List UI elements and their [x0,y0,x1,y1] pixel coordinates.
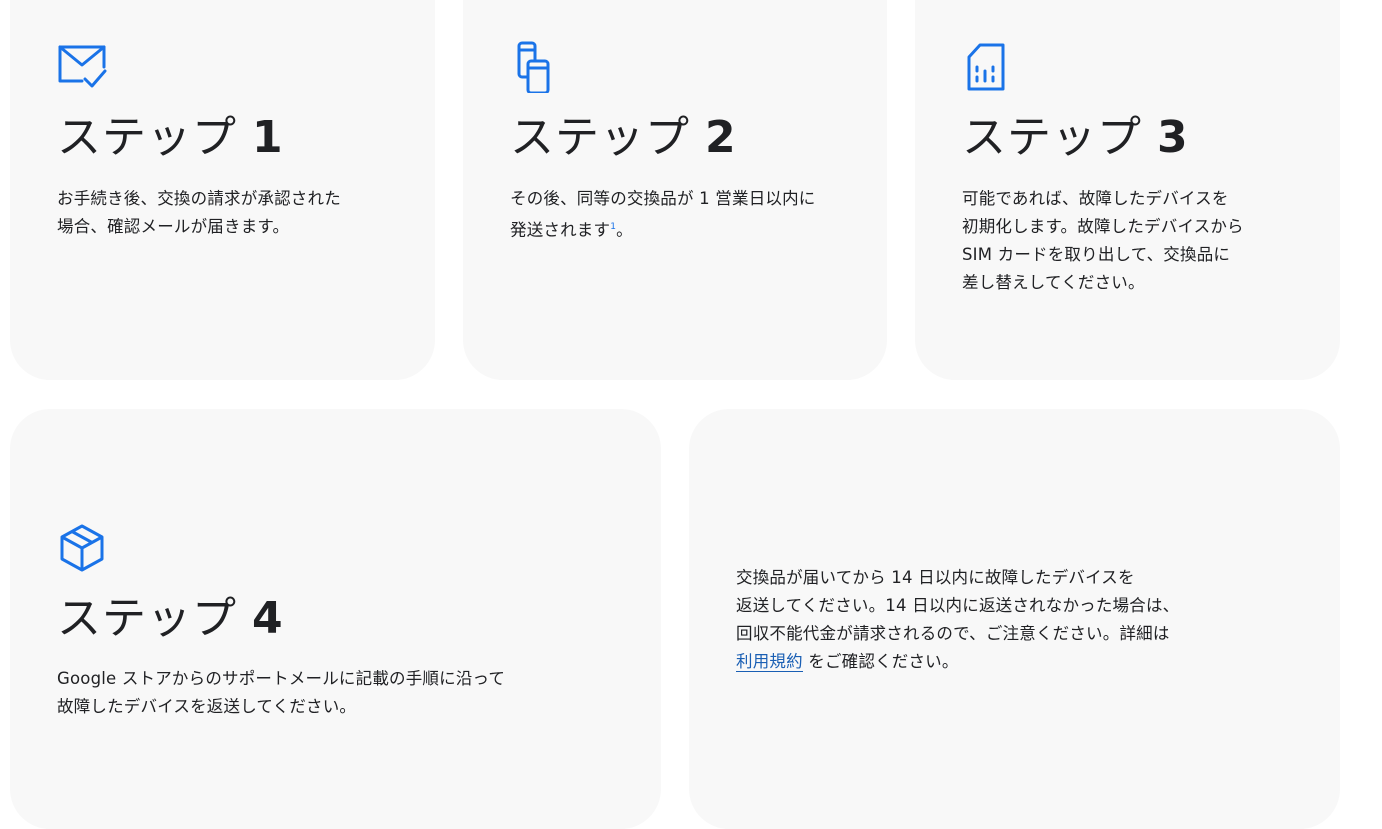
step-2-line-end: 。 [616,220,633,240]
step-4-title: ステップ 4 [57,593,284,645]
sim-card-icon [961,41,1013,93]
step-2-description: その後、同等の交換品が 1 営業日以内に 発送されます1。 [510,185,840,245]
step-4-description: Google ストアからのサポートメールに記載の手順に沿って 故障したデバイスを… [57,665,557,721]
step-3-card: ステップ 3 可能であれば、故障したデバイスを 初期化します。故障したデバイスか… [915,0,1340,380]
notice-line: 利用規約 をご確認ください。 [736,648,1226,676]
devices-icon [509,41,561,93]
step-3-line: 可能であれば、故障したデバイスを [962,189,1229,208]
notice-line: 回収不能代金が請求されるので、ご注意ください。詳細は [736,624,1170,643]
step-2-line: その後、同等の交換品が 1 営業日以内に [510,189,816,208]
step-1-line: 場合、確認メールが届きます。 [57,217,290,236]
notice-line: 交換品が届いてから 14 日以内に故障したデバイスを [736,568,1135,587]
step-3-number: 3 [1157,112,1189,163]
step-3-line: 差し替えしてください。 [962,273,1145,292]
step-4-number: 4 [252,593,284,644]
step-1-description: お手続き後、交換の請求が承認された 場合、確認メールが届きます。 [57,185,387,241]
step-4-line: Google ストアからのサポートメールに記載の手順に沿って [57,669,506,688]
package-icon [56,522,108,574]
terms-link[interactable]: 利用規約 [736,652,803,672]
step-3-line: 初期化します。故障したデバイスから [962,217,1244,236]
step-2-label: ステップ [510,112,690,163]
step-1-card: ステップ 1 お手続き後、交換の請求が承認された 場合、確認メールが届きます。 [10,0,435,380]
step-2-number: 2 [705,112,737,163]
step-3-line: SIM カードを取り出して、交換品に [962,245,1231,264]
step-2-title: ステップ 2 [510,112,737,164]
step-4-label: ステップ [57,593,237,644]
step-2-line: 発送されます1。 [510,213,840,245]
step-3-description: 可能であれば、故障したデバイスを 初期化します。故障したデバイスから SIM カ… [962,185,1292,297]
step-1-title: ステップ 1 [57,112,284,164]
step-1-line: お手続き後、交換の請求が承認された [57,189,341,208]
step-4-line: 故障したデバイスを返送してください。 [57,697,357,716]
notice-line: 返送してください。14 日以内に返送されなかった場合は、 [736,596,1180,615]
step-1-number: 1 [252,112,284,163]
step-2-card: ステップ 2 その後、同等の交換品が 1 営業日以内に 発送されます1。 [463,0,887,380]
notice-line-end: をご確認ください。 [808,652,959,671]
return-notice-card: 交換品が届いてから 14 日以内に故障したデバイスを 返送してください。14 日… [689,409,1340,829]
step-4-card: ステップ 4 Google ストアからのサポートメールに記載の手順に沿って 故障… [10,409,661,829]
mail-check-icon [56,41,108,93]
step-3-label: ステップ [962,112,1142,163]
step-2-line-text: 発送されます [510,220,611,240]
step-1-label: ステップ [57,112,237,163]
return-notice-text: 交換品が届いてから 14 日以内に故障したデバイスを 返送してください。14 日… [736,564,1226,676]
step-3-title: ステップ 3 [962,112,1189,164]
